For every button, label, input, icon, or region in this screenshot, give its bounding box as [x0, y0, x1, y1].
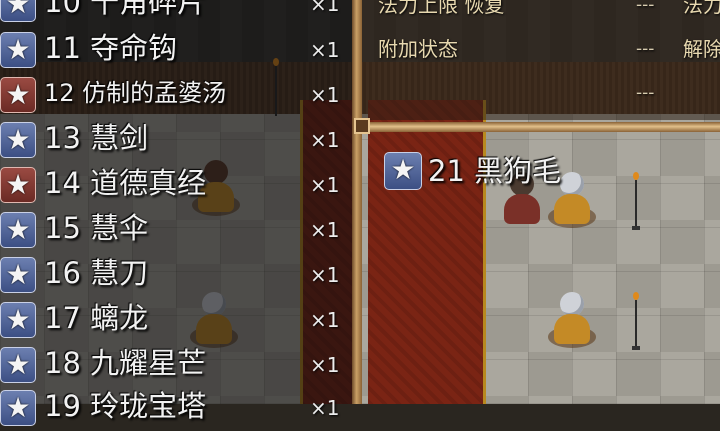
inventory-item[interactable]: ★ 19 玲珑宝塔 ×1 [0, 386, 350, 431]
stat-extra: 法力 [683, 0, 720, 17]
stat-label: 附加状态 [378, 37, 458, 61]
star-icon: ★ [0, 122, 36, 158]
item-name: 12 仿制的孟婆汤 [44, 79, 227, 107]
item-name: 11 夺命钩 [44, 31, 178, 65]
item-name: 14 道德真经 [44, 166, 207, 200]
selected-item-name: 21 黑狗毛 [428, 154, 562, 188]
item-name: 19 玲珑宝塔 [44, 389, 207, 423]
panel-divider-vertical [352, 0, 362, 404]
star-icon: ★ [0, 32, 36, 68]
item-name: 18 九耀星芒 [44, 346, 207, 380]
selected-item-panel: ★ 21 黑狗毛 [362, 132, 720, 404]
item-name: 10 千角碎片 [44, 0, 207, 19]
inventory-list: ★ 10 千角碎片 ×1 ★ 11 夺命钩 ×1 ★ 12 仿制的孟婆汤 ×1 … [0, 0, 350, 426]
inventory-item[interactable]: ★ 14 道德真经 ×1 [0, 163, 350, 208]
stat-value: --- [636, 83, 655, 103]
stat-row: --- [378, 78, 718, 114]
star-icon: ★ [0, 212, 36, 248]
item-quantity: ×1 [310, 173, 340, 197]
inventory-item[interactable]: ★ 13 慧剑 ×1 [0, 118, 350, 163]
star-icon: ★ [0, 390, 36, 426]
item-quantity: ×1 [310, 353, 340, 377]
inventory-item[interactable]: ★ 12 仿制的孟婆汤 ×1 [0, 73, 350, 118]
inventory-item[interactable]: ★ 18 九耀星芒 ×1 [0, 343, 350, 388]
star-icon: ★ [0, 0, 36, 22]
inventory-item[interactable]: ★ 11 夺命钩 ×1 [0, 28, 350, 73]
item-quantity: ×1 [310, 0, 340, 16]
item-quantity: ×1 [310, 38, 340, 62]
item-quantity: ×1 [310, 308, 340, 332]
star-icon: ★ [0, 347, 36, 383]
inventory-item[interactable]: ★ 16 慧刀 ×1 [0, 253, 350, 298]
selected-item[interactable]: ★ 21 黑狗毛 [384, 152, 704, 192]
star-icon: ★ [0, 302, 36, 338]
item-quantity: ×1 [310, 218, 340, 242]
star-icon: ★ [0, 167, 36, 203]
item-name: 17 螭龙 [44, 301, 149, 335]
inventory-item[interactable]: ★ 17 螭龙 ×1 [0, 298, 350, 343]
star-icon: ★ [0, 77, 36, 113]
item-name: 16 慧刀 [44, 256, 149, 290]
stat-value: --- [636, 39, 655, 59]
item-quantity: ×1 [310, 128, 340, 152]
stat-row: 附加状态 --- 解除 [378, 34, 720, 70]
item-stats-panel: 法力上限 恢复 --- 法力 附加状态 --- 解除 --- [360, 0, 720, 120]
star-icon: ★ [384, 152, 422, 190]
stat-value: --- [636, 0, 655, 15]
stat-label: 法力上限 恢复 [378, 0, 505, 17]
inventory-item[interactable]: ★ 15 慧伞 ×1 [0, 208, 350, 253]
stat-row: 法力上限 恢复 --- 法力 [378, 0, 720, 26]
panel-divider-horizontal [356, 122, 720, 132]
item-quantity: ×1 [310, 263, 340, 287]
item-quantity: ×1 [310, 396, 340, 420]
item-name: 15 慧伞 [44, 211, 149, 245]
item-name: 13 慧剑 [44, 121, 149, 155]
inventory-item[interactable]: ★ 10 千角碎片 ×1 [0, 0, 350, 27]
item-quantity: ×1 [310, 83, 340, 107]
stat-extra: 解除 [683, 37, 720, 61]
star-icon: ★ [0, 257, 36, 293]
